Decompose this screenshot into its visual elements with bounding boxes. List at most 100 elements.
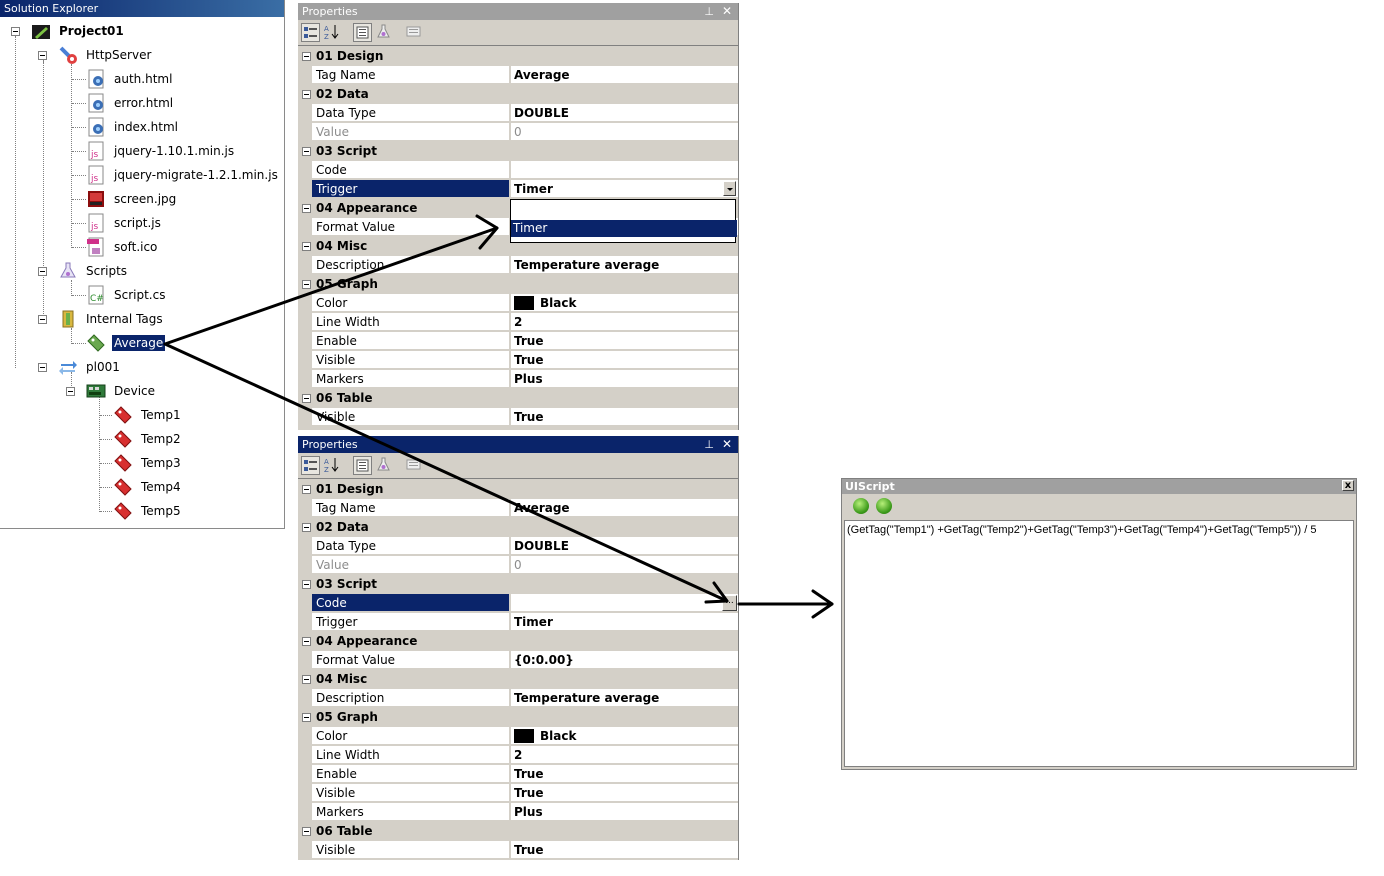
property-row-format-value[interactable]: Format Value {0:0.00} <box>298 651 738 670</box>
property-value[interactable]: Average <box>510 499 738 517</box>
property-value[interactable]: 2 <box>510 313 738 331</box>
pin-icon[interactable]: ⊥ <box>704 3 714 20</box>
properties-view-button[interactable] <box>353 456 372 475</box>
property-value[interactable]: {0:0.00} <box>510 651 738 669</box>
tree-item-temp4[interactable]: Temp4 <box>113 476 183 498</box>
categorized-view-button[interactable] <box>301 456 320 475</box>
alphabetical-view-button[interactable]: AZ <box>323 23 342 42</box>
property-value[interactable]: True <box>510 332 738 350</box>
tree-item-temp5[interactable]: Temp5 <box>113 500 183 522</box>
category-script[interactable]: 03 Script <box>298 142 738 161</box>
collapse-toggle-device[interactable] <box>66 387 75 396</box>
property-row-table-visible[interactable]: Visible True <box>298 408 738 427</box>
property-row-code[interactable]: Code... <box>298 594 738 613</box>
collapse-toggle-internal-tags[interactable] <box>38 315 47 324</box>
property-row-line-width[interactable]: Line Width 2 <box>298 746 738 765</box>
tree-item-httpserver[interactable]: HttpServer <box>58 44 153 66</box>
collapse-icon[interactable] <box>302 485 311 494</box>
category-data[interactable]: 02 Data <box>298 85 738 104</box>
forward-arrow-icon[interactable] <box>876 498 892 514</box>
collapse-icon[interactable] <box>302 580 311 589</box>
property-row-data-type[interactable]: Data Type DOUBLE <box>298 537 738 556</box>
property-row-value[interactable]: Value 0 <box>298 556 738 575</box>
property-value[interactable]: Temperature average <box>510 256 738 274</box>
property-row-markers[interactable]: Markers Plus <box>298 803 738 822</box>
collapse-icon[interactable] <box>302 394 311 403</box>
dropdown-option-timer[interactable]: Timer <box>511 220 737 237</box>
property-value[interactable]: True <box>510 784 738 802</box>
collapse-toggle-project01[interactable] <box>11 27 20 36</box>
categorized-view-button[interactable] <box>301 23 320 42</box>
property-value[interactable]: Black <box>510 727 738 745</box>
tree-item-scripts[interactable]: Scripts <box>58 260 129 282</box>
property-row-markers[interactable]: Markers Plus <box>298 370 738 389</box>
property-value[interactable]: True <box>510 841 738 859</box>
tree-item-temp1[interactable]: Temp1 <box>113 404 183 426</box>
category-script[interactable]: 03 Script <box>298 575 738 594</box>
property-row-visible[interactable]: Visible True <box>298 351 738 370</box>
collapse-icon[interactable] <box>302 242 311 251</box>
collapse-icon[interactable] <box>302 523 311 532</box>
collapse-icon[interactable] <box>302 675 311 684</box>
tree-item-error-html[interactable]: error.html <box>86 92 175 114</box>
collapse-toggle-pl001[interactable] <box>38 363 47 372</box>
close-icon[interactable]: ✕ <box>722 436 732 453</box>
collapse-icon[interactable] <box>302 90 311 99</box>
property-row-code[interactable]: Code <box>298 161 738 180</box>
collapse-icon[interactable] <box>302 52 311 61</box>
dropdown-option-empty[interactable] <box>511 202 737 219</box>
category-data[interactable]: 02 Data <box>298 518 738 537</box>
close-icon[interactable]: ✕ <box>722 3 732 20</box>
property-row-line-width[interactable]: Line Width 2 <box>298 313 738 332</box>
collapse-icon[interactable] <box>302 204 311 213</box>
property-row-visible[interactable]: Visible True <box>298 784 738 803</box>
property-value[interactable]: 2 <box>510 746 738 764</box>
tree-item-temp3[interactable]: Temp3 <box>113 452 183 474</box>
property-row-value[interactable]: Value 0 <box>298 123 738 142</box>
property-pages-button[interactable] <box>405 23 424 42</box>
back-arrow-icon[interactable] <box>853 498 869 514</box>
property-value[interactable]: Plus <box>510 803 738 821</box>
category-design[interactable]: 01 Design <box>298 47 738 66</box>
property-value[interactable]: DOUBLE <box>510 537 738 555</box>
property-row-table-visible[interactable]: Visible True <box>298 841 738 860</box>
dropdown-arrow-button[interactable] <box>723 181 736 196</box>
script-code-editor[interactable]: (GetTag("Temp1") +GetTag("Temp2")+GetTag… <box>844 520 1354 767</box>
pin-icon[interactable]: ⊥ <box>704 436 714 453</box>
category-misc[interactable]: 04 Misc <box>298 670 738 689</box>
alphabetical-view-button[interactable]: AZ <box>323 456 342 475</box>
property-row-tag-name[interactable]: Tag Name Average <box>298 66 738 85</box>
collapse-icon[interactable] <box>302 827 311 836</box>
tree-item-device[interactable]: Device <box>86 380 157 402</box>
collapse-icon[interactable] <box>302 637 311 646</box>
code-editor-field[interactable]: ... <box>510 594 738 612</box>
tree-item-index-html[interactable]: index.html <box>86 116 180 138</box>
collapse-toggle-httpserver[interactable] <box>38 51 47 60</box>
property-value[interactable]: Temperature average <box>510 689 738 707</box>
category-graph[interactable]: 05 Graph <box>298 275 738 294</box>
tree-item-project01[interactable]: Project01 <box>31 20 126 42</box>
property-row-tag-name[interactable]: Tag Name Average <box>298 499 738 518</box>
tree-item-screen-jpg[interactable]: screen.jpg <box>86 188 178 210</box>
property-value[interactable] <box>510 161 738 179</box>
tree-item-average[interactable]: Average <box>86 332 166 354</box>
collapse-icon[interactable] <box>302 147 311 156</box>
tree-item-jquery-migrate-js[interactable]: js jquery-migrate-1.2.1.min.js <box>86 164 280 186</box>
tree-item-auth-html[interactable]: auth.html <box>86 68 174 90</box>
property-row-enable[interactable]: Enable True <box>298 765 738 784</box>
property-row-description[interactable]: Description Temperature average <box>298 689 738 708</box>
property-value[interactable]: True <box>510 765 738 783</box>
collapse-toggle-scripts[interactable] <box>38 267 47 276</box>
properties-view-button[interactable] <box>353 23 372 42</box>
property-value[interactable]: Timer <box>510 613 738 631</box>
property-row-data-type[interactable]: Data Type DOUBLE <box>298 104 738 123</box>
events-view-button[interactable] <box>375 456 394 475</box>
category-appearance[interactable]: 04 Appearance <box>298 632 738 651</box>
tree-item-internal-tags[interactable]: Internal Tags <box>58 308 165 330</box>
events-view-button[interactable] <box>375 23 394 42</box>
tree-item-script-js[interactable]: js script.js <box>86 212 163 234</box>
ellipsis-button[interactable]: ... <box>722 595 737 611</box>
category-table[interactable]: 06 Table <box>298 822 738 841</box>
property-value[interactable]: True <box>510 351 738 369</box>
property-value[interactable]: Average <box>510 66 738 84</box>
